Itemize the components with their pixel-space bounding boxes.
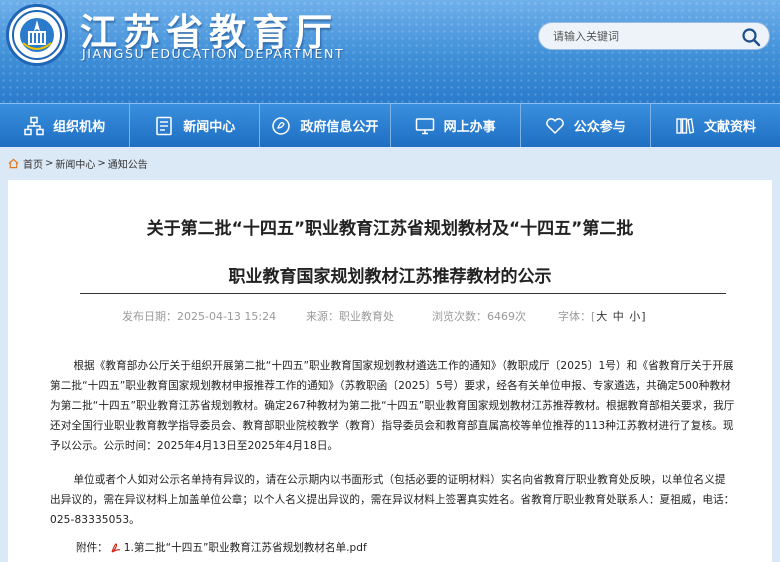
view-count: 浏览次数：6469次: [432, 310, 526, 323]
home-icon: [8, 158, 19, 168]
nav-label: 组织机构: [53, 120, 106, 135]
breadcrumb-separator: >: [45, 157, 54, 169]
article-container: 关于第二批“十四五”职业教育江苏省规划教材及“十四五”第二批 职业教育国家规划教…: [8, 180, 772, 562]
breadcrumb: 首页 > 新闻中心 > 通知公告: [8, 155, 148, 171]
document-icon: [156, 116, 172, 135]
article-source: 来源：职业教育处: [306, 310, 394, 323]
nav-label: 文献资料: [703, 120, 756, 135]
attachment-link[interactable]: 1.第二批“十四五”职业教育江苏省规划教材名单.pdf: [124, 540, 367, 555]
nav-label: 公众参与: [573, 120, 626, 135]
nav-label: 政府信息公开: [300, 120, 379, 135]
attachment-label: 附件：: [76, 542, 108, 554]
breadcrumb-separator: >: [97, 157, 106, 169]
org-chart-icon: [24, 116, 44, 135]
nav-item-online-services[interactable]: 网上办事: [391, 104, 521, 147]
nav-label: 新闻中心: [183, 120, 236, 135]
site-subtitle: JIANGSU EDUCATION DEPARTMENT: [82, 46, 345, 61]
article-paragraph: 单位或者个人如对公示名单持有异议的，请在公示期内以书面形式（包括必要的证明材料）…: [50, 474, 735, 526]
font-size-switch: 字体：[大 中 小]: [558, 308, 646, 324]
site-logo[interactable]: [6, 4, 68, 66]
nav-item-public-participation[interactable]: 公众参与: [521, 104, 651, 147]
font-size-bracket: ]: [641, 310, 646, 323]
font-size-medium[interactable]: 中: [612, 310, 625, 323]
nav-item-documents[interactable]: 文献资料: [651, 104, 780, 147]
attachment: 附件： 1.第二批“十四五”职业教育江苏省规划教材名单.pdf: [76, 540, 367, 555]
font-size-label: 字体：[: [558, 310, 596, 323]
breadcrumb-news[interactable]: 新闻中心: [55, 156, 95, 171]
font-size-large[interactable]: 大: [595, 310, 608, 323]
publish-date: 发布日期：2025-04-13 15:24: [122, 310, 277, 323]
nav-item-organization[interactable]: 组织机构: [0, 104, 131, 147]
font-size-small[interactable]: 小: [628, 310, 641, 323]
search-input[interactable]: [553, 28, 733, 44]
monitor-icon: [415, 117, 434, 134]
search-icon[interactable]: [741, 27, 761, 47]
books-icon: [676, 117, 695, 134]
heart-icon: [545, 117, 564, 134]
article-paragraph: 根据《教育部办公厅关于组织开展第二批“十四五”职业教育国家规划教材遴选工作的通知…: [50, 360, 735, 452]
breadcrumb-home[interactable]: 首页: [23, 156, 43, 171]
nav-item-news[interactable]: 新闻中心: [130, 104, 261, 147]
article-meta: 发布日期：2025-04-13 15:24 来源：职业教育处 浏览次数：6469…: [122, 308, 646, 324]
article-title-line1: 关于第二批“十四五”职业教育江苏省规划教材及“十四五”第二批: [146, 219, 634, 239]
nav-item-info-disclosure[interactable]: 政府信息公开: [260, 104, 391, 147]
pdf-icon: [111, 542, 121, 553]
breadcrumb-current[interactable]: 通知公告: [108, 156, 148, 171]
search-box: [538, 22, 770, 50]
nav-label: 网上办事: [443, 120, 496, 135]
title-divider: [80, 293, 726, 294]
main-nav: 组织机构 新闻中心 政府信息公开 网上办事 公众参与 文献资料: [0, 103, 780, 147]
site-header: 江苏省教育厅 JIANGSU EDUCATION DEPARTMENT: [0, 0, 780, 103]
emblem-icon: [12, 10, 62, 60]
article-title-line2: 职业教育国家规划教材江苏推荐教材的公示: [228, 267, 552, 287]
info-disclosure-icon: [272, 116, 291, 135]
